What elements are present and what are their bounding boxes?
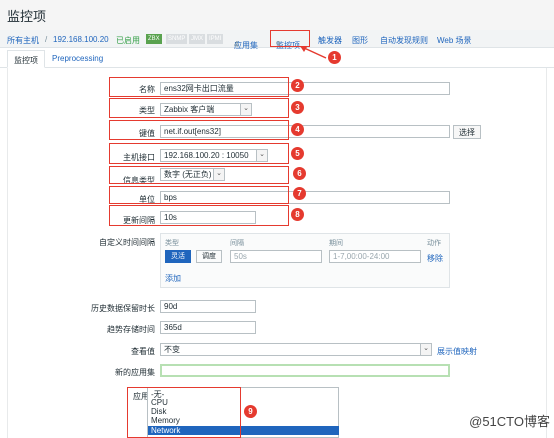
snmp-availability-badge: SNMP xyxy=(166,34,188,44)
chevron-down-icon: ⌄ xyxy=(259,151,265,158)
remove-interval-link[interactable]: 移除 xyxy=(427,253,443,264)
annotation-marker-3: 3 xyxy=(291,101,304,114)
annotation-box-8 xyxy=(109,205,289,226)
history-input[interactable]: 90d xyxy=(160,300,256,313)
annotation-box-9 xyxy=(127,387,241,438)
col-interval: 间隔 xyxy=(230,240,244,247)
nav-discovery-rules[interactable]: 自动发现规则 xyxy=(380,35,428,46)
col-period: 期间 xyxy=(329,240,343,247)
chevron-down-icon: ⌄ xyxy=(243,105,249,112)
custom-intervals-table: 类型 间隔 期间 动作 灵活 调度 50s 1-7,00:00-24:00 移除… xyxy=(160,233,450,288)
valuemap-select[interactable]: 不变 ⌄ xyxy=(160,343,432,356)
custom-intervals-label: 自定义时间间隔 xyxy=(99,238,155,247)
annotation-marker-7: 7 xyxy=(293,187,306,200)
page-header: 监控项 xyxy=(0,0,554,30)
valuemap-label: 查看值 xyxy=(131,347,155,356)
chevron-down-icon: ⌄ xyxy=(216,170,222,177)
annotation-marker-8: 8 xyxy=(291,208,304,221)
annotation-marker-5: 5 xyxy=(291,147,304,160)
annotation-box-2 xyxy=(109,77,289,97)
add-interval-link[interactable]: 添加 xyxy=(165,273,181,284)
flexible-toggle[interactable]: 灵活 xyxy=(165,250,191,263)
page-title: 监控项 xyxy=(7,9,47,24)
select-key-button[interactable]: 选择 xyxy=(453,125,481,139)
annotation-marker-9: 9 xyxy=(244,405,257,418)
zbx-availability-badge: ZBX xyxy=(146,34,162,44)
nav-graphs[interactable]: 图形 xyxy=(352,35,368,46)
breadcrumb-separator: / xyxy=(45,35,48,44)
new-application-input[interactable] xyxy=(160,364,450,377)
annotation-marker-2: 2 xyxy=(291,79,304,92)
nav-applications-count: 4 xyxy=(234,40,239,49)
annotation-box-3 xyxy=(109,98,289,118)
custom-interval-input[interactable]: 50s xyxy=(230,250,322,263)
host-link[interactable]: 192.168.100.20 xyxy=(53,35,109,44)
all-hosts-link[interactable]: 所有主机 xyxy=(7,35,39,46)
trends-input[interactable]: 365d xyxy=(160,321,256,334)
tab-preprocessing[interactable]: Preprocessing xyxy=(46,50,109,68)
nav-web-scenarios[interactable]: Web 场景 xyxy=(437,35,472,46)
ipmi-availability-badge: IPMI xyxy=(207,34,224,44)
watermark: @51CTO博客 xyxy=(469,414,550,429)
form-tabs: 监控项 Preprocessing xyxy=(0,50,554,68)
annotation-box-6 xyxy=(109,166,289,184)
annotation-marker-4: 4 xyxy=(291,123,304,136)
history-label: 历史数据保留时长 xyxy=(91,304,155,313)
jmx-availability-badge: JMX xyxy=(189,34,205,44)
show-value-mappings-link[interactable]: 展示值映射 xyxy=(437,346,477,357)
col-type: 类型 xyxy=(165,240,179,247)
annotation-box-7 xyxy=(109,186,289,204)
trends-label: 趋势存储时间 xyxy=(107,325,155,334)
valuemap-select-value: 不变 xyxy=(164,345,180,354)
col-action: 动作 xyxy=(427,240,441,247)
scheduling-toggle[interactable]: 调度 xyxy=(196,250,222,263)
new-application-label: 新的应用集 xyxy=(115,368,155,377)
annotation-marker-6: 6 xyxy=(293,167,306,180)
custom-period-input[interactable]: 1-7,00:00-24:00 xyxy=(329,250,421,263)
host-status-enabled[interactable]: 已启用 xyxy=(116,35,140,46)
chevron-down-icon: ⌄ xyxy=(423,345,429,352)
annotation-box-4 xyxy=(109,120,289,140)
tab-item[interactable]: 监控项 xyxy=(7,50,45,68)
